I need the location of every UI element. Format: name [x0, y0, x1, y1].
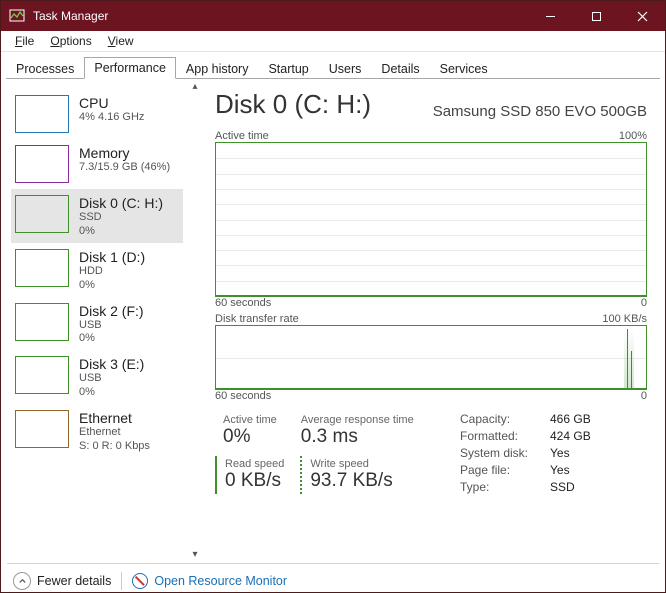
fewer-details-label: Fewer details	[37, 574, 111, 588]
sidebar-item-sub: USB	[79, 319, 144, 333]
chart-active-time[interactable]	[215, 142, 647, 297]
disk-thumb-chart	[15, 303, 69, 341]
menu-file[interactable]: File	[7, 33, 42, 49]
close-button[interactable]	[619, 1, 665, 31]
ethernet-thumb-chart	[15, 410, 69, 448]
disk-thumb-chart	[15, 195, 69, 233]
stat-write-speed: Write speed 93.7 KB/s	[300, 456, 408, 494]
sidebar-item-title: Disk 2 (F:)	[79, 303, 144, 319]
chart2-label-tr: 100 KB/s	[602, 313, 647, 325]
sidebar-item-disk0[interactable]: Disk 0 (C: H:) SSD 0%	[11, 189, 183, 243]
chart2-label-bl: 60 seconds	[215, 390, 271, 402]
tab-app-history[interactable]: App history	[176, 58, 259, 79]
sidebar-item-ethernet[interactable]: Ethernet Ethernet S: 0 R: 0 Kbps	[11, 404, 183, 458]
tab-services[interactable]: Services	[430, 58, 498, 79]
chart-transfer-rate[interactable]	[215, 325, 647, 390]
sidebar-item-sub: Ethernet	[79, 426, 150, 440]
taskmgr-icon	[9, 8, 25, 24]
tab-users[interactable]: Users	[319, 58, 372, 79]
maximize-button[interactable]	[573, 1, 619, 31]
sidebar-item-title: Ethernet	[79, 410, 150, 426]
sidebar-item-title: Disk 3 (E:)	[79, 356, 144, 372]
chart1-label-br: 0	[641, 297, 647, 309]
scroll-down-icon[interactable]: ▾	[187, 547, 203, 563]
sidebar-item-cpu[interactable]: CPU 4% 4.16 GHz	[11, 89, 183, 139]
chevron-up-icon	[13, 572, 31, 590]
chart2-label-tl: Disk transfer rate	[215, 313, 299, 325]
tab-startup[interactable]: Startup	[258, 58, 318, 79]
stat-active-time: Active time 0%	[215, 412, 293, 450]
minimize-button[interactable]	[527, 1, 573, 31]
sidebar-item-sub2: 0%	[79, 332, 144, 344]
sidebar-item-sub2: 0%	[79, 279, 145, 291]
sidebar-item-title: CPU	[79, 95, 144, 111]
sidebar-item-title: Memory	[79, 145, 170, 161]
separator	[121, 572, 122, 590]
open-resource-monitor-label: Open Resource Monitor	[154, 574, 287, 588]
sidebar-item-title: Disk 1 (D:)	[79, 249, 145, 265]
stats-table: Capacity: 466 GB Formatted: 424 GB Syste…	[460, 412, 591, 494]
menu-view[interactable]: View	[100, 33, 142, 49]
tab-performance[interactable]: Performance	[84, 57, 176, 79]
resource-monitor-icon	[132, 573, 148, 589]
device-model: Samsung SSD 850 EVO 500GB	[433, 103, 647, 120]
footer: Fewer details Open Resource Monitor	[7, 563, 659, 593]
tab-strip: Processes Performance App history Startu…	[1, 52, 665, 78]
sidebar-item-title: Disk 0 (C: H:)	[79, 195, 163, 211]
sidebar-item-sub2: 0%	[79, 386, 144, 398]
sidebar-item-sub: 4% 4.16 GHz	[79, 111, 144, 125]
cpu-thumb-chart	[15, 95, 69, 133]
sidebar-item-memory[interactable]: Memory 7.3/15.9 GB (46%)	[11, 139, 183, 189]
scroll-up-icon[interactable]: ▴	[187, 79, 203, 95]
disk-thumb-chart	[15, 249, 69, 287]
window-titlebar: Task Manager	[1, 1, 665, 31]
fewer-details-button[interactable]: Fewer details	[13, 572, 111, 590]
tab-details[interactable]: Details	[371, 58, 429, 79]
sidebar-item-sub: USB	[79, 372, 144, 386]
memory-thumb-chart	[15, 145, 69, 183]
sidebar-item-disk1[interactable]: Disk 1 (D:) HDD 0%	[11, 243, 183, 297]
sidebar-item-sub2: 0%	[79, 225, 163, 237]
sidebar-item-disk2[interactable]: Disk 2 (F:) USB 0%	[11, 297, 183, 351]
sidebar-item-sub: HDD	[79, 265, 145, 279]
chart1-label-tl: Active time	[215, 130, 269, 142]
sidebar-scrollbar[interactable]: ▴ ▾	[187, 79, 203, 563]
tab-processes[interactable]: Processes	[6, 58, 84, 79]
stat-read-speed: Read speed 0 KB/s	[215, 456, 300, 494]
chart1-label-bl: 60 seconds	[215, 297, 271, 309]
sidebar-item-sub: SSD	[79, 211, 163, 225]
sidebar-item-sub2: S: 0 R: 0 Kbps	[79, 440, 150, 452]
open-resource-monitor-link[interactable]: Open Resource Monitor	[132, 573, 287, 589]
detail-panel: Disk 0 (C: H:) Samsung SSD 850 EVO 500GB…	[203, 79, 665, 563]
chart1-label-tr: 100%	[619, 130, 647, 142]
stat-avg-response: Average response time 0.3 ms	[293, 412, 430, 450]
sidebar-item-sub: 7.3/15.9 GB (46%)	[79, 161, 170, 175]
sidebar: CPU 4% 4.16 GHz Memory 7.3/15.9 GB (46%)…	[1, 79, 203, 563]
menubar: File Options View	[1, 31, 665, 52]
window-title: Task Manager	[33, 9, 108, 23]
sidebar-item-disk3[interactable]: Disk 3 (E:) USB 0%	[11, 350, 183, 404]
page-title: Disk 0 (C: H:)	[215, 89, 371, 120]
chart2-label-br: 0	[641, 390, 647, 402]
disk-thumb-chart	[15, 356, 69, 394]
menu-options[interactable]: Options	[42, 33, 99, 49]
